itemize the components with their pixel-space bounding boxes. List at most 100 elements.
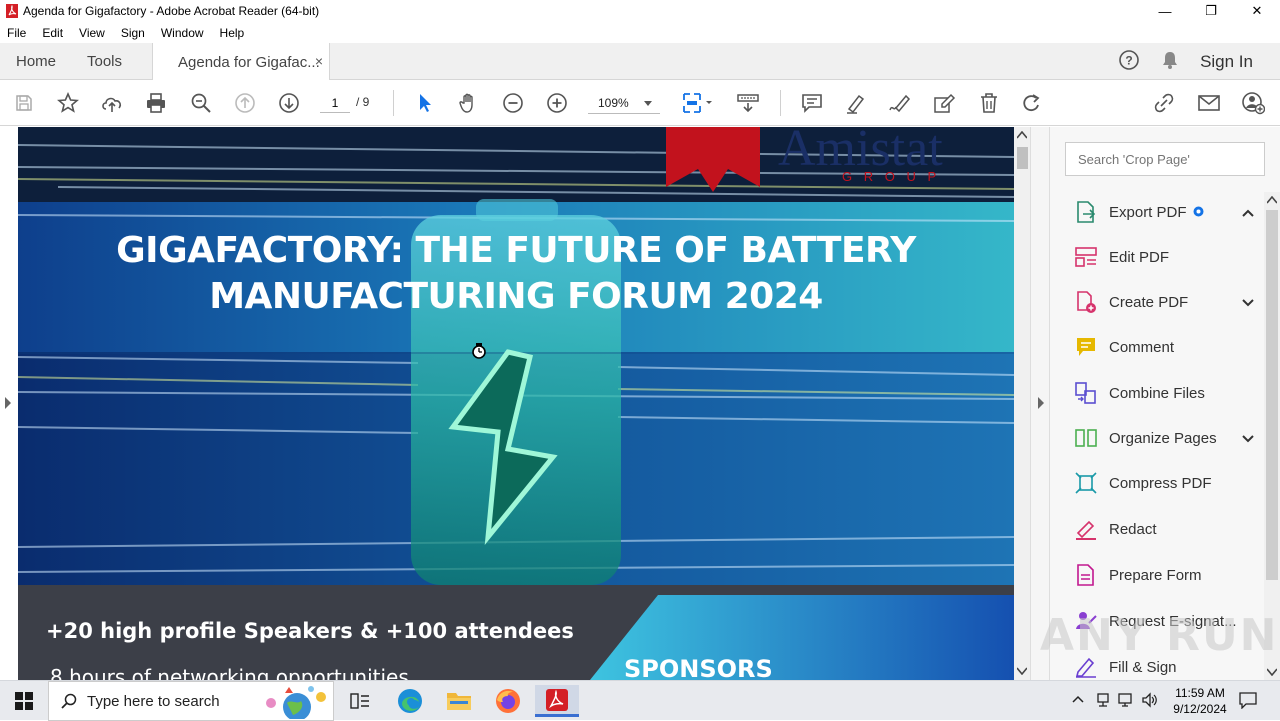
clock-date: 9/12/2024 [1173,702,1227,716]
network-icon[interactable] [1118,692,1134,708]
start-button[interactable] [0,681,48,721]
fit-page-icon[interactable] [680,91,714,115]
edit-text-icon[interactable] [932,91,956,115]
menu-file[interactable]: File [0,26,34,40]
tool-compress-pdf[interactable]: Compress PDF [1074,469,1254,497]
upload-cloud-icon[interactable] [100,91,124,115]
print-icon[interactable] [144,91,168,115]
document-view[interactable]: Amistat G R O U P GIGAFACTORY: THE FUTUR… [18,127,1014,680]
task-view-icon[interactable] [338,685,382,717]
notifications-icon[interactable] [1238,691,1258,709]
document-scroll-thumb[interactable] [1017,147,1028,169]
right-pane-toggle[interactable] [1030,127,1050,680]
chevron-up-tray-icon[interactable] [1072,694,1084,704]
email-icon[interactable] [1197,91,1221,115]
tab-home[interactable]: Home [16,43,56,80]
zoom-out-icon[interactable] [501,91,525,115]
left-panel-toggle[interactable] [0,127,18,680]
prepare-form-icon [1074,563,1098,587]
tool-label: Export PDF [1109,203,1187,221]
chevron-down-icon [644,96,652,110]
tools-pane: Export PDF Edit PDF Create PDF Comment C… [1050,127,1280,680]
tab-document-label: Agenda for Gigafac... [178,53,320,71]
sign-in-button[interactable]: Sign In [1200,52,1253,72]
close-tab-icon[interactable]: × [315,53,323,69]
scroll-up-icon[interactable] [1017,131,1027,139]
share-link-icon[interactable] [1152,91,1176,115]
scroll-down-icon[interactable] [1267,668,1277,676]
tool-organize-pages[interactable]: Organize Pages [1074,424,1254,452]
draw-sign-icon[interactable] [888,91,912,115]
firefox-icon[interactable] [486,685,530,717]
taskbar-search-placeholder: Type here to search [87,692,220,710]
page-number-input[interactable] [320,93,350,113]
menu-window[interactable]: Window [153,26,212,40]
document-scrollbar[interactable] [1014,127,1030,680]
menu-edit[interactable]: Edit [34,26,71,40]
highlight-pen-icon[interactable] [844,91,868,115]
menu-bar: File Edit View Sign Window Help [0,22,1280,43]
scroll-down-icon[interactable] [1017,667,1027,675]
tools-search-input[interactable] [1065,142,1265,176]
delete-trash-icon[interactable] [977,91,1001,115]
search-icon [61,693,77,709]
edit-pdf-icon [1074,245,1098,269]
tool-prepare-form[interactable]: Prepare Form [1074,561,1254,589]
comment-icon[interactable] [800,91,824,115]
edge-browser-icon[interactable] [388,685,432,717]
menu-help[interactable]: Help [212,26,253,40]
help-icon[interactable]: ? [1118,49,1140,74]
chevron-up-icon[interactable] [1242,204,1254,221]
menu-view[interactable]: View [71,26,113,40]
scroll-mode-icon[interactable] [735,91,761,115]
tool-redact[interactable]: Redact [1074,515,1254,543]
zoom-out-search-icon[interactable] [189,91,213,115]
notification-bell-icon[interactable] [1160,50,1180,73]
collapse-right-pane-icon[interactable] [1037,397,1045,409]
minimize-button[interactable]: — [1142,0,1188,22]
title-bar: Agenda for Gigafactory - Adobe Acrobat R… [0,0,1280,22]
scroll-up-icon[interactable] [1267,196,1277,204]
zoom-in-icon[interactable] [545,91,569,115]
network-device-icon[interactable] [1096,692,1110,708]
chevron-down-icon[interactable] [1242,294,1254,311]
tool-combine-files[interactable]: Combine Files [1074,379,1254,407]
busy-cursor-icon [472,343,486,359]
clock-time: 11:59 AM [1175,686,1225,700]
system-clock[interactable]: 11:59 AM 9/12/2024 [1160,685,1240,717]
tools-pane-scroll-thumb[interactable] [1266,210,1278,580]
tool-label: Redact [1109,520,1157,538]
zoom-value: 109% [598,95,629,110]
rotate-icon[interactable] [1020,91,1044,115]
chevron-down-icon[interactable] [1242,430,1254,447]
tab-tools[interactable]: Tools [87,43,122,80]
add-user-share-icon[interactable] [1241,91,1265,115]
close-window-button[interactable]: ✕ [1234,0,1280,22]
maximize-button[interactable]: ❐ [1188,0,1234,22]
tool-export-pdf[interactable]: Export PDF [1074,198,1254,226]
tool-label: Create PDF [1109,293,1189,311]
tools-pane-scrollbar[interactable] [1264,192,1280,680]
acrobat-taskbar-icon[interactable] [535,685,579,717]
next-page-icon[interactable] [277,91,301,115]
headline-line2: MANUFACTURING FORUM 2024 [209,276,823,317]
tab-document[interactable]: Agenda for Gigafac... × [152,43,330,81]
select-cursor-icon[interactable] [413,91,437,115]
zoom-dropdown[interactable]: 109% [588,92,660,114]
tool-label: Organize Pages [1109,429,1217,447]
hand-tool-icon[interactable] [457,91,481,115]
taskbar-search-box[interactable]: Type here to search [48,681,334,721]
tab-bar: Home Tools Agenda for Gigafac... × ? Sig… [0,43,1280,81]
expand-left-panel-icon[interactable] [4,397,12,409]
previous-page-icon[interactable] [233,91,257,115]
bookmark-star-icon[interactable] [56,91,80,115]
save-icon[interactable] [12,91,36,115]
menu-sign[interactable]: Sign [113,26,153,40]
redact-icon [1074,517,1098,541]
volume-icon[interactable] [1141,692,1159,708]
tool-comment[interactable]: Comment [1074,333,1254,361]
create-pdf-icon [1074,290,1098,314]
tool-create-pdf[interactable]: Create PDF [1074,288,1254,316]
tool-edit-pdf[interactable]: Edit PDF [1074,243,1254,271]
file-explorer-icon[interactable] [437,685,481,717]
